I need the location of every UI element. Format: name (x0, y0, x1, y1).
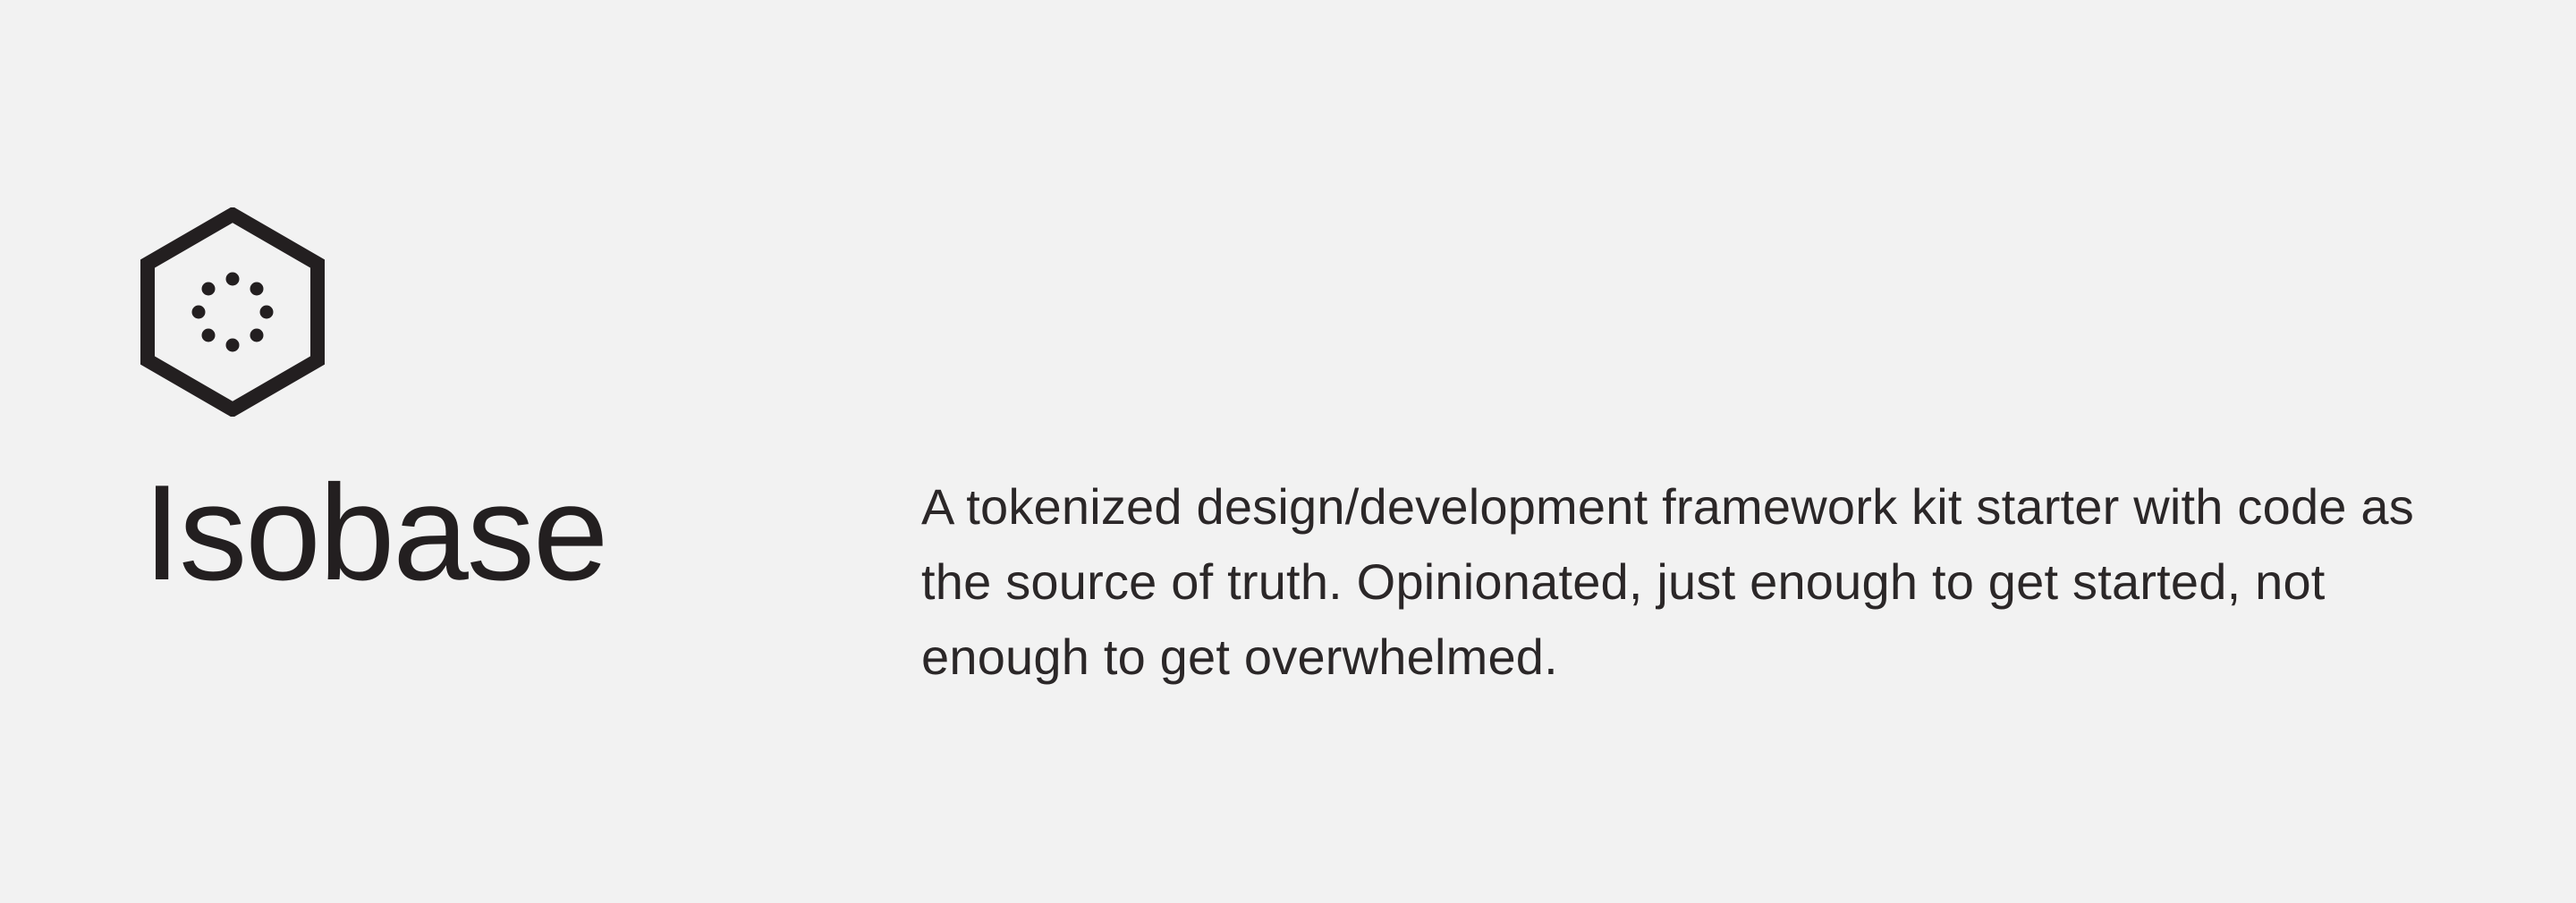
project-description: A tokenized design/development framework… (921, 478, 2414, 685)
hexagon-dots-icon (139, 207, 326, 417)
brand-name: Isobase (143, 457, 608, 609)
hero-section: Isobase A tokenized design/development f… (0, 0, 2576, 903)
